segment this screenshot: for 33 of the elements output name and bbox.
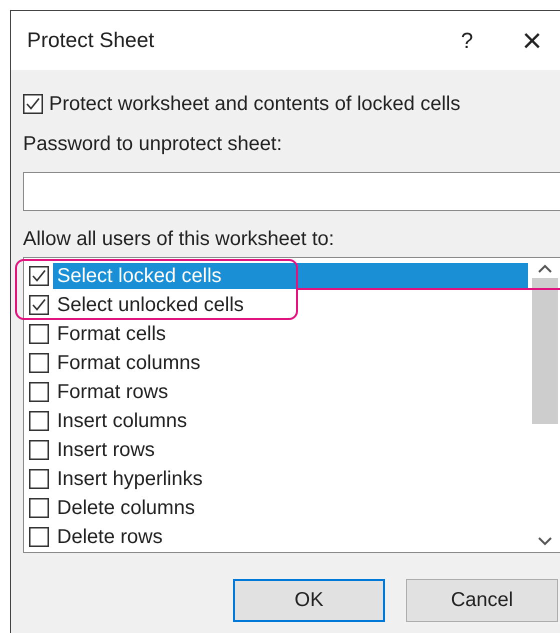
list-item[interactable]: Format rows (53, 378, 528, 404)
checkbox-label: Protect worksheet and contents of locked cells (49, 92, 460, 116)
checkbox[interactable] (29, 324, 49, 344)
close-button[interactable]: × (519, 28, 545, 54)
checkbox[interactable] (29, 294, 49, 314)
checkbox[interactable] (29, 266, 49, 286)
window-title: Protect Sheet (27, 28, 156, 52)
help-button[interactable]: ? (447, 28, 487, 54)
password-field[interactable] (23, 172, 560, 211)
checkbox[interactable] (29, 440, 49, 460)
scroll-up-icon[interactable] (537, 264, 553, 274)
dialog-button[interactable]: OK (233, 579, 385, 622)
list-item[interactable]: Select locked cells (53, 262, 528, 288)
list-item[interactable]: Format columns (53, 350, 528, 376)
list-item[interactable]: Format cells (53, 320, 528, 346)
checkbox[interactable] (23, 94, 43, 114)
dialog-button[interactable]: Cancel (406, 579, 558, 622)
list-item[interactable]: Insert rows (53, 436, 528, 462)
list-item[interactable]: Delete rows (53, 524, 528, 550)
checkbox[interactable] (29, 498, 49, 518)
list-item[interactable]: Delete columns (53, 494, 528, 520)
scroll-down-icon[interactable] (537, 536, 553, 546)
checkbox[interactable] (29, 526, 49, 546)
checkbox[interactable] (29, 382, 49, 402)
checkbox[interactable] (29, 410, 49, 430)
list-item[interactable]: Insert hyperlinks (53, 466, 528, 492)
list-item[interactable]: Insert columns (53, 408, 528, 434)
list-label: Allow all users of this worksheet to: (23, 228, 334, 250)
checkbox[interactable] (29, 468, 49, 488)
field-label: Password to unprotect sheet: (23, 132, 282, 156)
list-item[interactable]: Select unlocked cells (53, 292, 528, 318)
scrollbar-thumb[interactable] (532, 278, 558, 424)
checkbox[interactable] (29, 352, 49, 372)
